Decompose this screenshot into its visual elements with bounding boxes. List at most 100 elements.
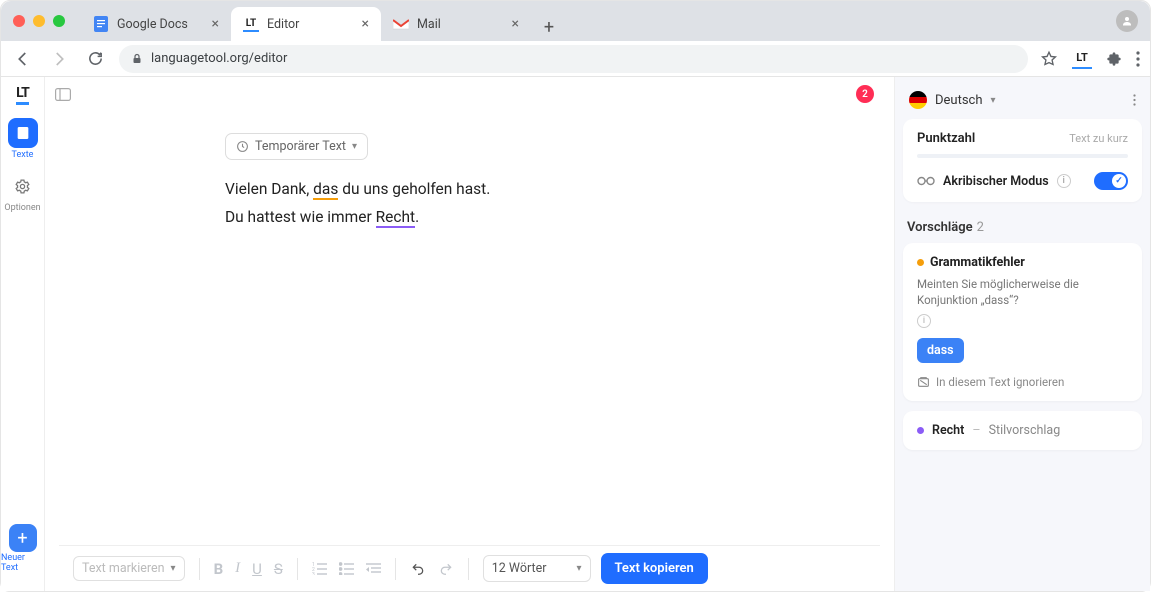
back-button[interactable] — [11, 47, 35, 71]
score-label: Punktzahl — [917, 131, 975, 146]
options-button[interactable] — [8, 171, 38, 201]
suggestions-count: 2 — [977, 220, 984, 235]
highlight-label: Text markieren — [82, 561, 165, 576]
document-text[interactable]: Vielen Dank, das du uns geholfen hast. D… — [225, 176, 876, 232]
replacement-text: dass — [927, 343, 954, 358]
tab-editor[interactable]: LT Editor × — [231, 7, 381, 41]
url-input[interactable]: languagetool.org/editor — [119, 45, 1028, 73]
app-logo[interactable]: LT — [16, 85, 29, 105]
chip-label: Temporärer Text — [255, 139, 346, 154]
chevron-down-icon: ▾ — [991, 95, 996, 106]
dash: – — [972, 423, 980, 438]
ordered-list-button[interactable]: 123 — [312, 562, 327, 575]
italic-button[interactable]: I — [235, 560, 240, 577]
style-highlight[interactable]: Recht — [376, 208, 416, 228]
panel-menu-icon[interactable] — [1133, 93, 1136, 107]
outdent-button[interactable] — [366, 562, 381, 575]
lock-icon — [131, 52, 143, 65]
tab-label: Google Docs — [117, 17, 188, 32]
editor-area: 2 Temporärer Text ▾ Vielen Dank, das du … — [45, 77, 894, 591]
redo-button[interactable] — [438, 562, 454, 576]
error-count-badge[interactable]: 2 — [856, 85, 874, 103]
bold-button[interactable]: B — [214, 560, 224, 578]
underline-button[interactable]: U — [252, 560, 262, 578]
format-group: B I U S — [214, 560, 283, 578]
text-line-1: Vielen Dank, das du uns geholfen hast. — [225, 176, 876, 204]
separator — [395, 558, 396, 580]
new-text-button[interactable]: + — [9, 524, 37, 552]
copy-text-button[interactable]: Text kopieren — [601, 553, 708, 584]
grammar-dot-icon — [917, 259, 924, 266]
google-docs-icon — [93, 16, 109, 32]
profile-avatar[interactable] — [1116, 10, 1138, 32]
score-bar — [917, 154, 1128, 158]
language-selector[interactable]: Deutsch ▾ — [903, 85, 1142, 119]
suggestions-panel: Deutsch ▾ Punktzahl Text zu kurz Akribis… — [894, 77, 1150, 591]
extensions-icon[interactable] — [1106, 51, 1122, 67]
suggestions-heading: Vorschläge 2 — [903, 212, 1142, 243]
languagetool-icon: LT — [243, 16, 259, 32]
highlight-selector[interactable]: Text markieren ▾ — [73, 556, 185, 581]
score-hint: Text zu kurz — [1069, 132, 1128, 145]
separator — [199, 558, 200, 580]
close-window-button[interactable] — [13, 15, 25, 27]
gmail-icon — [393, 16, 409, 32]
grammar-highlight[interactable]: das — [313, 180, 338, 200]
texts-label: Texte — [12, 150, 34, 160]
texts-button[interactable] — [8, 118, 38, 148]
tab-label: Mail — [417, 17, 441, 32]
ignore-label: In diesem Text ignorieren — [936, 375, 1064, 389]
options-label: Optionen — [4, 203, 40, 213]
suggestion-card-style[interactable]: Recht – Stilvorschlag — [903, 411, 1142, 450]
clock-icon — [236, 140, 249, 153]
suggestions-title: Vorschläge — [907, 220, 973, 235]
style-dot-icon — [917, 427, 924, 434]
word-count-selector[interactable]: 12 Wörter ▾ — [483, 555, 591, 582]
url-text: languagetool.org/editor — [151, 51, 287, 66]
svg-text:3: 3 — [312, 572, 315, 575]
word-count-label: 12 Wörter — [492, 561, 547, 576]
language-label: Deutsch — [935, 93, 983, 108]
tab-google-docs[interactable]: Google Docs × — [81, 7, 231, 41]
chevron-down-icon: ▾ — [576, 563, 581, 574]
unordered-list-button[interactable] — [339, 562, 354, 575]
tabs-container: Google Docs × LT Editor × Mail × + — [81, 1, 1116, 41]
close-icon[interactable]: × — [212, 16, 219, 32]
suggestion-card-grammar[interactable]: Grammatikfehler Meinten Sie möglicherwei… — [903, 243, 1142, 401]
window-controls — [13, 15, 65, 27]
error-count: 2 — [862, 89, 868, 100]
strikethrough-button[interactable]: S — [274, 560, 283, 578]
undo-button[interactable] — [410, 562, 426, 576]
sidebar-toggle-icon[interactable] — [55, 88, 71, 101]
forward-button[interactable] — [47, 47, 71, 71]
replacement-chip[interactable]: dass — [917, 338, 964, 363]
maximize-window-button[interactable] — [53, 15, 65, 27]
left-rail: LT Texte Optionen + Neuer Text — [1, 77, 45, 591]
info-icon[interactable]: i — [917, 314, 931, 328]
close-icon[interactable]: × — [362, 16, 369, 32]
chevron-down-icon: ▾ — [352, 141, 357, 152]
flag-de-icon — [909, 91, 927, 109]
suggestion-type: Stilvorschlag — [989, 423, 1061, 438]
ignore-icon — [917, 376, 930, 389]
score-card: Punktzahl Text zu kurz Akribischer Modus… — [903, 119, 1142, 202]
separator — [297, 558, 298, 580]
editor-body[interactable]: Temporärer Text ▾ Vielen Dank, das du un… — [45, 111, 894, 545]
reload-button[interactable] — [83, 47, 107, 71]
mode-label: Akribischer Modus — [943, 174, 1049, 189]
picky-mode-toggle[interactable] — [1094, 172, 1128, 190]
info-icon[interactable]: i — [1057, 174, 1071, 188]
toolbar-right: LT — [1040, 49, 1140, 69]
history-group — [410, 562, 454, 576]
close-icon[interactable]: × — [512, 16, 519, 32]
star-icon[interactable] — [1040, 50, 1058, 68]
new-tab-button[interactable]: + — [535, 13, 563, 41]
minimize-window-button[interactable] — [33, 15, 45, 27]
copy-label: Text kopieren — [615, 561, 694, 576]
languagetool-extension-icon[interactable]: LT — [1072, 49, 1092, 69]
document-title-chip[interactable]: Temporärer Text ▾ — [225, 133, 368, 160]
tab-mail[interactable]: Mail × — [381, 7, 531, 41]
ignore-button[interactable]: In diesem Text ignorieren — [917, 375, 1128, 389]
menu-icon[interactable] — [1136, 51, 1140, 67]
suggestion-type: Grammatikfehler — [930, 255, 1025, 270]
